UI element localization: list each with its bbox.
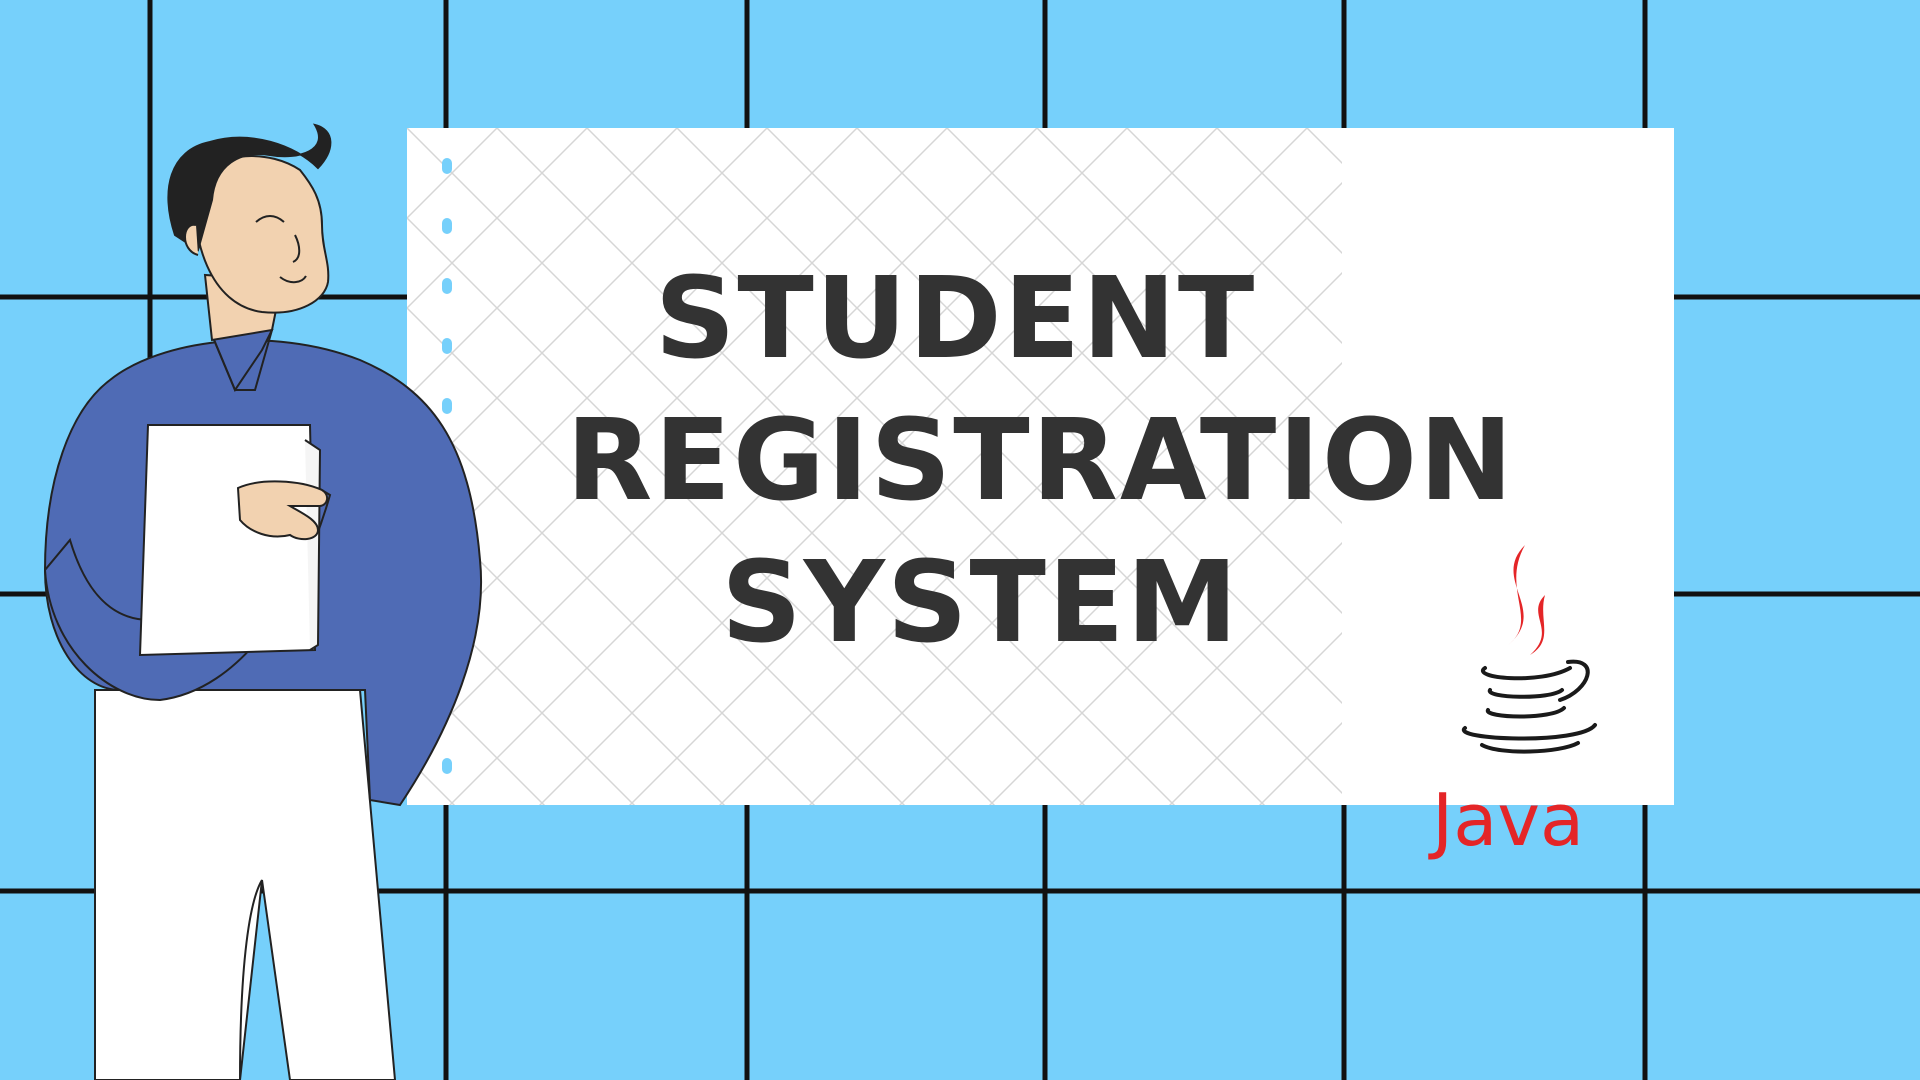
- java-label: Java: [1432, 778, 1585, 862]
- title-line-2: REGISTRATION: [566, 396, 1515, 526]
- title-line-1: STUDENT: [654, 254, 1257, 384]
- person-illustration: [43, 123, 482, 1080]
- java-coffee-cup-icon: [1461, 545, 1597, 754]
